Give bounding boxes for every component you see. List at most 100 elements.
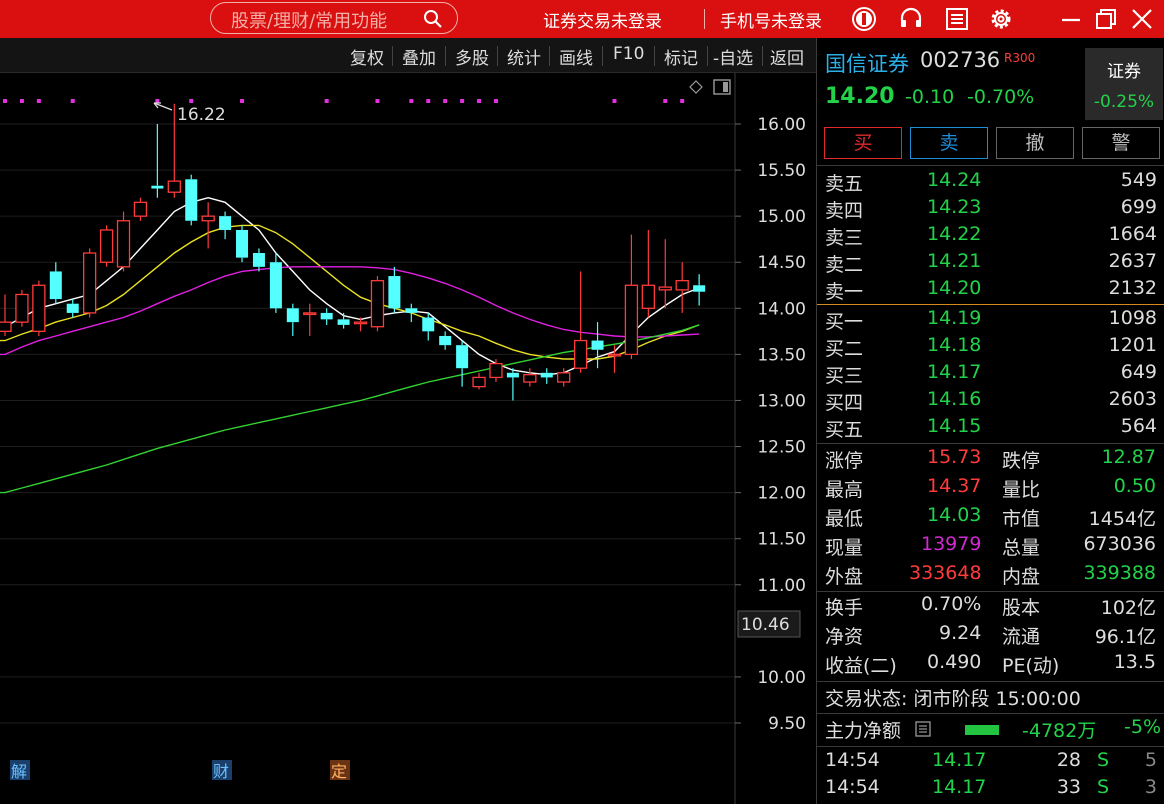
candle-body bbox=[641, 284, 655, 309]
net-asset-value: 9.24 bbox=[939, 622, 982, 644]
ask-row[interactable]: 卖三 14.22 1664 bbox=[817, 222, 1164, 249]
y-tick-label: 13.50 bbox=[757, 345, 806, 365]
candle-body bbox=[83, 252, 97, 314]
toolbar-button-multi[interactable]: 多股 bbox=[455, 44, 489, 69]
price-change: -0.10 bbox=[905, 86, 955, 108]
sector-box[interactable]: 证券 -0.25% bbox=[1085, 48, 1163, 120]
bid-row[interactable]: 买四 14.16 2603 bbox=[817, 387, 1164, 414]
candle bbox=[15, 289, 29, 327]
toolbar-button-remove-fav[interactable]: -自选 bbox=[713, 44, 753, 69]
bid-row[interactable]: 买三 14.17 649 bbox=[817, 360, 1164, 387]
candle-body bbox=[523, 374, 537, 383]
signal-dot bbox=[3, 99, 7, 103]
headset-icon[interactable] bbox=[898, 6, 924, 32]
ask-volume: 549 bbox=[1120, 169, 1157, 191]
stock-code: 002736 bbox=[920, 48, 1001, 72]
search-icon[interactable] bbox=[423, 9, 443, 29]
ask-volume: 2132 bbox=[1108, 277, 1157, 299]
candle-body bbox=[422, 317, 435, 332]
signal-dot bbox=[409, 99, 414, 103]
candle-body bbox=[472, 376, 486, 388]
ask-row[interactable]: 卖二 14.21 2637 bbox=[817, 249, 1164, 276]
candle-body bbox=[405, 308, 418, 313]
ask-row[interactable]: 卖一 14.20 2132 bbox=[817, 276, 1164, 303]
bid-row[interactable]: 买二 14.18 1201 bbox=[817, 333, 1164, 360]
list-icon[interactable] bbox=[915, 721, 931, 737]
tick-row: 14:54 14.17 33 S 3 bbox=[817, 776, 1164, 802]
turnover-value: 0.70% bbox=[921, 593, 982, 615]
event-marker-unlock: 解 bbox=[11, 762, 27, 781]
tick-count: 3 bbox=[1144, 776, 1157, 798]
y-tick-label: 14.50 bbox=[757, 253, 806, 273]
stock-name[interactable]: 国信证券 bbox=[825, 48, 909, 78]
ask-label: 卖一 bbox=[825, 281, 864, 303]
divider bbox=[817, 713, 1164, 714]
y-tick-label: 12.00 bbox=[757, 484, 806, 504]
stat-label: 换手 bbox=[825, 597, 864, 619]
candle-body bbox=[66, 303, 79, 313]
bid-row[interactable]: 买五 14.15 564 bbox=[817, 414, 1164, 441]
bid-row[interactable]: 买一 14.19 1098 bbox=[817, 306, 1164, 333]
candlestick-chart[interactable]: 16.00 15.50 15.00 14.50 14.00 13.50 13.00 12.50… bbox=[0, 73, 816, 804]
event-marker-report: 财 bbox=[213, 762, 229, 781]
candle-body bbox=[353, 321, 368, 325]
y-tick-label: 9.50 bbox=[768, 714, 806, 734]
candle-body bbox=[116, 220, 131, 268]
toolbar-button-mark[interactable]: 标记 bbox=[664, 44, 698, 69]
toolbar-button-stats[interactable]: 统计 bbox=[507, 44, 541, 69]
stat-label: 最低 bbox=[825, 508, 864, 530]
candle-body bbox=[693, 285, 706, 292]
index-tag: R300 bbox=[1004, 51, 1036, 65]
toolbar-separator bbox=[392, 46, 393, 66]
signal-dot bbox=[663, 99, 668, 103]
share-capital-value: 102亿 bbox=[1100, 597, 1156, 619]
signal-dot bbox=[70, 99, 75, 103]
logo-icon[interactable] bbox=[851, 6, 877, 32]
ask-row[interactable]: 卖四 14.23 699 bbox=[817, 195, 1164, 222]
buy-button[interactable]: 买 bbox=[824, 127, 902, 159]
stat-label: 净资 bbox=[825, 626, 864, 648]
ask-label: 卖三 bbox=[825, 227, 864, 249]
minimize-icon[interactable] bbox=[1058, 6, 1084, 32]
ask-row[interactable]: 卖五 14.24 549 bbox=[817, 168, 1164, 195]
toolbar-button-draw[interactable]: 画线 bbox=[559, 44, 593, 69]
low-value: 14.03 bbox=[927, 504, 982, 526]
ask-volume: 2637 bbox=[1108, 250, 1157, 272]
phone-login-link[interactable]: 手机号未登录 bbox=[720, 7, 822, 32]
signal-dot bbox=[443, 99, 448, 103]
gear-icon[interactable] bbox=[988, 6, 1014, 32]
price-change-pct: -0.70% bbox=[967, 86, 1035, 108]
bid-price: 14.16 bbox=[927, 388, 982, 410]
candle-body bbox=[573, 339, 588, 369]
close-icon[interactable] bbox=[1129, 6, 1155, 32]
alert-button[interactable]: 警 bbox=[1082, 127, 1160, 159]
menu-icon[interactable] bbox=[944, 6, 970, 32]
candle-body bbox=[219, 216, 232, 230]
stat-label: 总量 bbox=[1002, 537, 1041, 559]
bid-label: 买四 bbox=[825, 392, 864, 414]
cancel-order-button[interactable]: 撤 bbox=[996, 127, 1074, 159]
candle bbox=[236, 225, 249, 263]
search-input[interactable]: 股票/理财/常用功能 bbox=[210, 2, 458, 34]
ask-price: 14.22 bbox=[927, 223, 982, 245]
toolbar-button-back[interactable]: 返回 bbox=[770, 44, 804, 69]
bid-label: 买三 bbox=[825, 365, 864, 387]
signal-dot bbox=[426, 99, 431, 103]
toolbar-separator bbox=[602, 46, 603, 66]
sell-button[interactable]: 卖 bbox=[910, 127, 988, 159]
tick-side: S bbox=[1097, 749, 1110, 771]
signal-dot bbox=[612, 99, 617, 103]
restore-icon[interactable] bbox=[1093, 6, 1119, 32]
bid-price: 14.15 bbox=[927, 415, 982, 437]
ask-volume: 1664 bbox=[1108, 223, 1157, 245]
main-fund-pct: -5% bbox=[1124, 716, 1161, 738]
stat-label: 股本 bbox=[1002, 597, 1041, 619]
toolbar-button-overlay[interactable]: 叠加 bbox=[402, 44, 436, 69]
candle-body bbox=[658, 286, 672, 291]
y-tick-label: 15.00 bbox=[757, 207, 806, 227]
candle-body bbox=[185, 179, 198, 221]
stat-label: 最高 bbox=[825, 479, 864, 501]
toolbar-button-f10[interactable]: F10 bbox=[613, 44, 644, 64]
trade-login-link[interactable]: 证券交易未登录 bbox=[543, 7, 662, 32]
toolbar-button-rights[interactable]: 复权 bbox=[350, 44, 384, 69]
